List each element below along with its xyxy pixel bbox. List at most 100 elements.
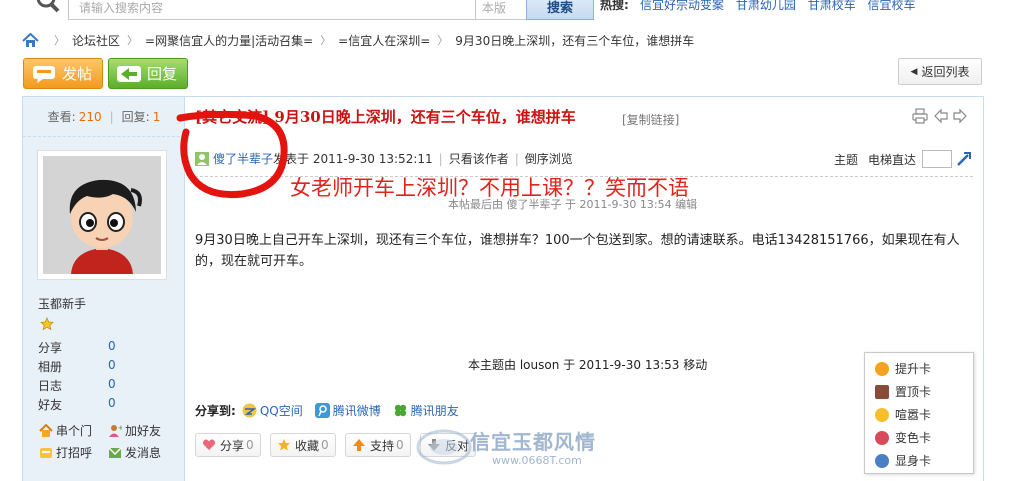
meta-sep: |	[438, 151, 443, 166]
hot-link[interactable]: 甘肃幼儿园	[736, 0, 796, 12]
visit-home-link[interactable]: 串个门	[39, 422, 92, 439]
clover-icon	[394, 404, 406, 417]
profile-value[interactable]: 0	[108, 339, 128, 356]
hot-search-label: 热搜:	[600, 0, 629, 12]
chevron-left-icon: ◀	[910, 66, 918, 77]
share-tencent-weibo[interactable]: 腾讯微博	[314, 402, 381, 419]
replies-label: 回复:	[121, 110, 150, 124]
share-qzone[interactable]: QQ空间	[242, 402, 303, 419]
search-icon[interactable]	[34, 0, 64, 14]
topic-label: 主题	[834, 152, 859, 167]
share-action-button[interactable]: 分享 0	[195, 433, 261, 457]
favorite-button[interactable]: 收藏 0	[270, 433, 336, 457]
replies-count: 1	[152, 109, 161, 124]
pin-card-icon	[875, 384, 889, 399]
annotation-circle	[176, 110, 288, 199]
send-message-link[interactable]: 发消息	[108, 444, 161, 461]
go-arrow-icon[interactable]	[956, 151, 972, 167]
card-label: 置顶卡	[895, 385, 932, 399]
watermark-text: 信宜玉都风情	[470, 430, 596, 454]
share-bar: 分享到: QQ空间 腾讯微博 腾讯朋友	[195, 402, 471, 419]
hot-search-links: 信宜好宗动变案 甘肃幼儿园 甘肃校车 信宜校车	[640, 0, 924, 13]
views-label: 查看:	[47, 110, 76, 124]
floor-jump-label: 电梯直达	[868, 152, 917, 167]
reply-label: 回复	[147, 65, 178, 83]
send-message-label: 发消息	[125, 446, 162, 460]
favorite-label: 收藏	[295, 438, 320, 453]
card-label: 显身卡	[895, 454, 932, 468]
breadcrumb: 〉 论坛社区 〉 =网聚信宜人的力量|活动召集= 〉 =信宜人在深圳= 〉 9月…	[22, 30, 694, 50]
share-tencent-friends[interactable]: 腾讯朋友	[393, 402, 459, 419]
card-item-pin[interactable]: 置顶卡	[875, 380, 973, 403]
support-count: 0	[396, 438, 404, 452]
greet-link[interactable]: 打招呼	[39, 444, 92, 461]
new-post-button[interactable]: 发帖	[23, 58, 103, 89]
share-tencent-friends-label: 腾讯朋友	[410, 404, 459, 418]
card-label: 提升卡	[895, 362, 932, 376]
tencent-weibo-icon	[314, 403, 330, 418]
add-friend-link[interactable]: + 加好友	[108, 422, 161, 439]
profile-value[interactable]: 0	[108, 396, 128, 413]
only-author-link[interactable]: 只看该作者	[449, 150, 509, 167]
breadcrumb-sep: 〉	[437, 34, 449, 47]
support-button[interactable]: 支持 0	[345, 433, 411, 457]
house-icon	[39, 423, 53, 437]
prev-thread-icon[interactable]	[933, 108, 949, 124]
profile-label: 相册	[38, 360, 63, 374]
profile-label: 分享	[38, 341, 63, 355]
breadcrumb-board[interactable]: =信宜人在深圳=	[338, 32, 430, 49]
home-icon[interactable]	[22, 32, 39, 48]
avatar-frame[interactable]	[37, 150, 167, 280]
reverse-order-link[interactable]: 倒序浏览	[525, 150, 573, 167]
breadcrumb-sep: 〉	[54, 34, 65, 47]
hot-link[interactable]: 信宜校车	[868, 0, 916, 12]
star-icon	[40, 317, 54, 331]
post-body: 9月30日晚上自己开车上深圳，现还有三个车位，谁想拼车？100一个包送到家。想的…	[195, 233, 960, 269]
share-label: 分享到:	[195, 404, 236, 418]
heart-icon	[202, 439, 216, 450]
search-button[interactable]: 搜索	[526, 0, 594, 20]
card-item-reveal[interactable]: 显身卡	[875, 449, 973, 472]
greet-label: 打招呼	[56, 446, 93, 460]
breadcrumb-forum[interactable]: 论坛社区	[72, 32, 120, 49]
back-to-list-label: 返回列表	[921, 65, 970, 79]
back-to-list-button[interactable]: ◀ 返回列表	[898, 58, 982, 85]
post-meta-right: 主题 电梯直达	[834, 150, 972, 168]
breadcrumb-thread[interactable]: 9月30日晚上深圳，还有三个车位，谁想拼车	[455, 32, 694, 49]
profile-value[interactable]: 0	[108, 377, 128, 394]
avatar[interactable]	[43, 156, 161, 274]
profile-row-album: 相册 0	[38, 358, 128, 375]
last-edit-note: 本帖最后由 傻了半辈子 于 2011-9-30 13:54 编辑	[448, 198, 698, 211]
share-action-label: 分享	[220, 438, 245, 453]
speech-bubble-icon	[33, 65, 55, 83]
search-input[interactable]: 请输入搜索内容	[68, 0, 476, 20]
arrow-up-icon	[353, 439, 365, 451]
hot-link[interactable]: 甘肃校车	[808, 0, 856, 12]
views-count: 210	[78, 109, 102, 124]
card-item-promote[interactable]: 提升卡	[875, 357, 973, 380]
qzone-icon	[242, 403, 257, 418]
reply-arrow-icon	[117, 65, 141, 82]
promote-card-icon	[875, 361, 889, 376]
bottom-partial-row	[195, 474, 985, 481]
print-icon[interactable]	[912, 108, 928, 124]
message-icon	[108, 446, 122, 458]
profile-label: 好友	[38, 398, 63, 412]
hot-link[interactable]: 信宜好宗动变案	[640, 0, 724, 12]
next-thread-icon[interactable]	[952, 108, 968, 124]
profile-row-blog: 日志 0	[38, 377, 128, 394]
reveal-card-icon	[875, 453, 889, 468]
noise-card-icon	[875, 407, 889, 422]
thread-stats: 查看: 210 | 回复: 1	[23, 97, 185, 137]
magic-card-menu: 提升卡 置顶卡 喧嚣卡 变色卡 显身卡	[864, 352, 974, 474]
copy-link-button[interactable]: [复制链接]	[622, 111, 679, 128]
floor-input[interactable]	[922, 150, 953, 168]
breadcrumb-section[interactable]: =网聚信宜人的力量|活动召集=	[145, 32, 313, 49]
reply-button[interactable]: 回复	[108, 58, 188, 89]
support-label: 支持	[370, 438, 395, 453]
profile-row-friends: 好友 0	[38, 396, 128, 413]
card-item-noise[interactable]: 喧嚣卡	[875, 403, 973, 426]
card-label: 变色卡	[895, 431, 932, 445]
card-item-color[interactable]: 变色卡	[875, 426, 973, 449]
profile-value[interactable]: 0	[108, 358, 128, 375]
